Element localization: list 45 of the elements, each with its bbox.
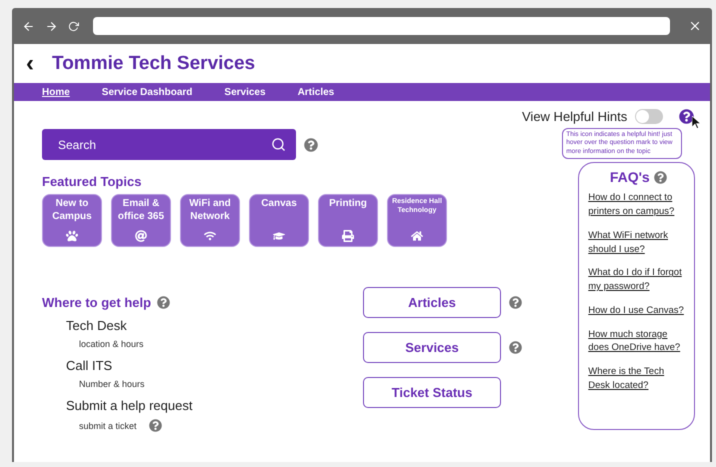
- help-option-title[interactable]: Submit a help request: [66, 398, 363, 413]
- section-title: Featured Topics: [42, 174, 142, 189]
- printer-icon: [342, 230, 354, 242]
- help-option-title[interactable]: Call ITS: [66, 358, 363, 373]
- wifi-icon: [204, 230, 216, 242]
- faq-link[interactable]: What WiFi network should I use?: [588, 228, 688, 256]
- faq-title: FAQ's: [610, 169, 650, 186]
- faq-link[interactable]: How much storage does OneDrive have?: [588, 328, 688, 356]
- link-button[interactable]: Articles: [363, 287, 501, 318]
- topic-tile[interactable]: New to Campus: [42, 194, 102, 247]
- faq-link[interactable]: Where is the Tech Desk located?: [588, 365, 688, 393]
- help-option-detail: Number & hours: [79, 379, 145, 389]
- faq-link[interactable]: How do I use Canvas?: [588, 304, 688, 318]
- topic-tile[interactable]: Email & office 365: [111, 194, 171, 247]
- page-title: Tommie Tech Services: [52, 52, 256, 74]
- graduation-cap-icon: [273, 230, 285, 242]
- topic-tile[interactable]: WiFi and Network: [180, 194, 240, 247]
- link-button[interactable]: Ticket Status: [363, 377, 501, 408]
- help-option-detail: location & hours: [79, 339, 144, 349]
- at-sign-icon: [135, 230, 147, 242]
- house-icon: [411, 230, 423, 242]
- search-field[interactable]: Search: [42, 129, 296, 160]
- nav-link[interactable]: Home: [42, 86, 70, 98]
- forward-icon[interactable]: [45, 20, 58, 32]
- hints-label: View Helpful Hints: [522, 109, 628, 124]
- search-icon[interactable]: [271, 137, 286, 152]
- topic-tile[interactable]: Canvas: [249, 194, 309, 247]
- hints-toggle[interactable]: [635, 109, 664, 124]
- cursor-icon: [692, 116, 702, 129]
- nav-link[interactable]: Articles: [298, 86, 334, 98]
- nav-link[interactable]: Service Dashboard: [102, 86, 192, 98]
- reload-icon[interactable]: [68, 20, 79, 32]
- topic-tile[interactable]: Printing: [318, 194, 378, 247]
- close-icon[interactable]: [688, 19, 702, 33]
- help-option-title[interactable]: Tech Desk: [66, 318, 363, 333]
- back-icon[interactable]: [22, 20, 35, 32]
- link-button[interactable]: Services: [363, 332, 501, 363]
- nav-link[interactable]: Services: [224, 86, 266, 98]
- help-icon[interactable]: [679, 109, 694, 124]
- section-title: Where to get help: [42, 295, 152, 310]
- help-option-detail: submit a ticket: [79, 420, 137, 430]
- paw-icon: [66, 230, 78, 242]
- faq-link[interactable]: How do I connect to printers on campus?: [588, 191, 688, 219]
- back-link[interactable]: ‹: [26, 52, 34, 76]
- faq-link[interactable]: What do I do if I forgot my password?: [588, 266, 688, 294]
